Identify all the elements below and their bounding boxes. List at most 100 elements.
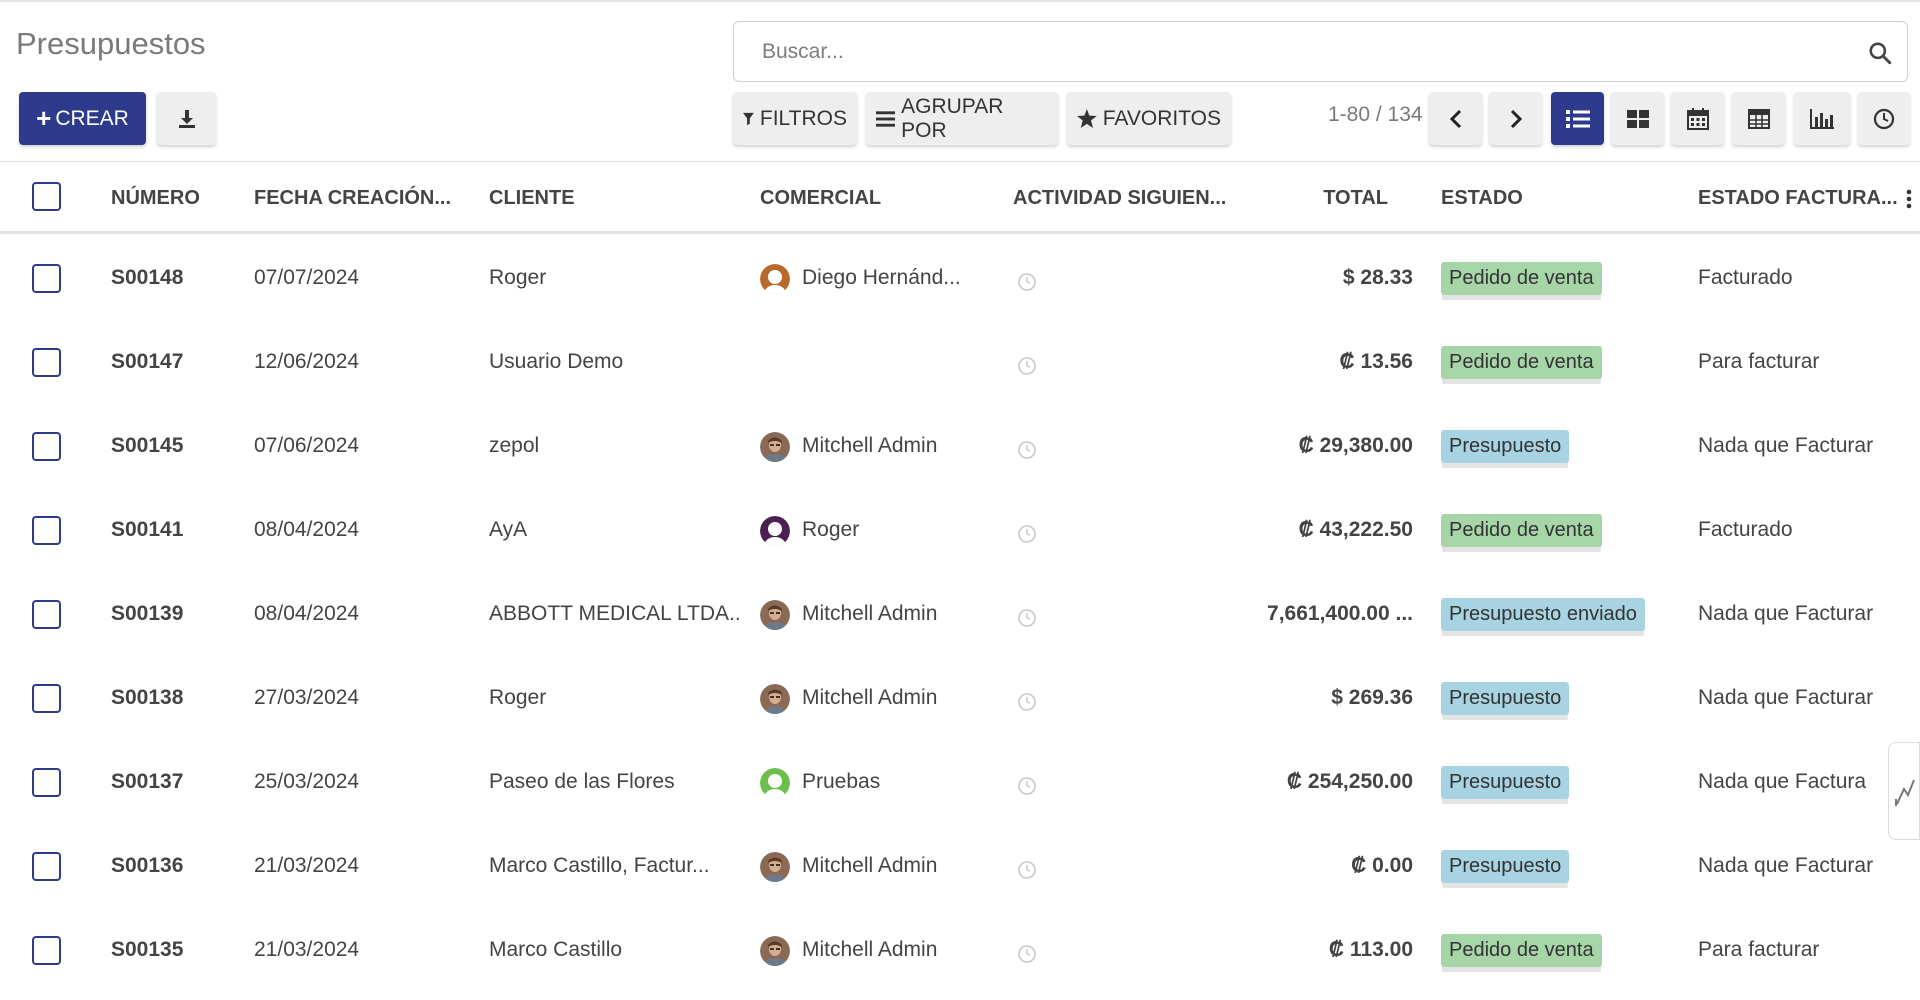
pager-next-button[interactable] bbox=[1489, 92, 1542, 145]
customer-name: Paseo de las Flores bbox=[489, 770, 675, 793]
activity-clock-icon[interactable] bbox=[1017, 944, 1037, 964]
order-number: S00139 bbox=[111, 602, 184, 625]
row-checkbox[interactable] bbox=[32, 600, 61, 629]
side-panel-handle[interactable] bbox=[1888, 742, 1920, 840]
order-total: 7,661,400.00 ... bbox=[1267, 602, 1413, 625]
activity-clock-icon[interactable] bbox=[1017, 356, 1037, 376]
salesperson-name: Pruebas bbox=[802, 770, 881, 793]
salesperson-name: Mitchell Admin bbox=[802, 602, 938, 625]
order-number: S00135 bbox=[111, 938, 184, 961]
table-row[interactable]: S00139 08/04/2024 ABBOTT MEDICAL LTDA... Mi… bbox=[0, 574, 1920, 658]
row-checkbox[interactable] bbox=[32, 264, 61, 293]
table-row[interactable]: S00136 21/03/2024 Marco Castillo, Factur..… bbox=[0, 826, 1920, 910]
table-row[interactable]: S00147 12/06/2024 Usuario Demo ₡ 13.56 Pedid… bbox=[0, 322, 1920, 406]
order-number: S00148 bbox=[111, 266, 184, 289]
status-badge: Presupuesto bbox=[1441, 766, 1570, 799]
groupby-button[interactable]: AGRUPAR POR bbox=[866, 92, 1058, 145]
table-row[interactable]: S00148 07/07/2024 Roger Diego Hernánd... $ 2… bbox=[0, 238, 1920, 322]
status-badge-label: Presupuesto enviado bbox=[1441, 598, 1645, 631]
table-row[interactable]: S00138 27/03/2024 Roger Mitchell Admin $ 269… bbox=[0, 658, 1920, 742]
activity-clock-icon[interactable] bbox=[1017, 692, 1037, 712]
column-header-status[interactable]: ESTADO bbox=[1441, 187, 1523, 210]
customer-name: Roger bbox=[489, 686, 547, 709]
user-photo-avatar bbox=[760, 852, 790, 882]
column-header-salesperson[interactable]: COMERCIAL bbox=[760, 187, 881, 210]
column-header-created[interactable]: FECHA CREACIÓN... bbox=[254, 187, 451, 210]
column-header-invoice-status[interactable]: ESTADO FACTURA... bbox=[1698, 187, 1898, 210]
creation-date: 07/07/2024 bbox=[254, 266, 360, 289]
order-number: S00141 bbox=[111, 518, 184, 541]
invoice-status: Nada que Facturar bbox=[1698, 854, 1874, 877]
filters-button[interactable]: FILTROS bbox=[733, 92, 857, 145]
row-checkbox[interactable] bbox=[32, 852, 61, 881]
graph-view-button[interactable] bbox=[1794, 92, 1850, 145]
user-photo-avatar bbox=[760, 432, 790, 462]
activity-clock-icon[interactable] bbox=[1017, 440, 1037, 460]
favorites-button[interactable]: FAVORITOS bbox=[1067, 92, 1231, 145]
creation-date: 21/03/2024 bbox=[254, 938, 360, 961]
pivot-view-button[interactable] bbox=[1732, 92, 1785, 145]
invoice-status: Para facturar bbox=[1698, 938, 1820, 961]
creation-date: 07/06/2024 bbox=[254, 434, 360, 457]
creation-date: 25/03/2024 bbox=[254, 770, 360, 793]
expand-handle-icon bbox=[1895, 779, 1915, 806]
plus-icon: + bbox=[36, 103, 52, 133]
row-checkbox[interactable] bbox=[32, 432, 61, 461]
column-header-customer[interactable]: CLIENTE bbox=[489, 187, 575, 210]
order-total: $ 269.36 bbox=[1331, 686, 1413, 709]
activity-clock-icon[interactable] bbox=[1017, 524, 1037, 544]
clock-icon bbox=[1873, 108, 1895, 129]
row-checkbox[interactable] bbox=[32, 768, 61, 797]
chevron-left-icon bbox=[1449, 109, 1461, 128]
status-badge-label: Pedido de venta bbox=[1441, 262, 1602, 295]
kanban-view-button[interactable] bbox=[1611, 92, 1664, 145]
search-input[interactable] bbox=[762, 36, 1812, 68]
column-header-total[interactable]: TOTAL bbox=[1288, 187, 1388, 210]
activity-view-button[interactable] bbox=[1858, 92, 1910, 145]
status-badge: Pedido de venta bbox=[1441, 514, 1602, 547]
invoice-status: Para facturar bbox=[1698, 350, 1820, 373]
chevron-right-icon bbox=[1510, 109, 1522, 128]
download-button[interactable] bbox=[157, 92, 216, 145]
search-box[interactable] bbox=[733, 21, 1908, 82]
invoice-status: Nada que Facturar bbox=[1698, 434, 1874, 457]
activity-clock-icon[interactable] bbox=[1017, 776, 1037, 796]
table-icon bbox=[1747, 108, 1770, 129]
row-checkbox[interactable] bbox=[32, 516, 61, 545]
status-badge-label: Presupuesto bbox=[1441, 682, 1570, 715]
creation-date: 12/06/2024 bbox=[254, 350, 360, 373]
row-checkbox[interactable] bbox=[32, 348, 61, 377]
invoice-status: Facturado bbox=[1698, 518, 1793, 541]
select-all-checkbox[interactable] bbox=[32, 182, 61, 211]
pager-value[interactable]: 1-80 / 134 bbox=[1328, 103, 1423, 127]
activity-clock-icon[interactable] bbox=[1017, 860, 1037, 880]
row-checkbox[interactable] bbox=[32, 936, 61, 965]
column-header-activity[interactable]: ACTIVIDAD SIGUIEN... bbox=[1013, 187, 1226, 210]
calendar-view-button[interactable] bbox=[1671, 92, 1724, 145]
creation-date: 21/03/2024 bbox=[254, 854, 360, 877]
create-button[interactable]: + CREAR bbox=[19, 92, 146, 145]
activity-clock-icon[interactable] bbox=[1017, 608, 1037, 628]
salesperson-name: Diego Hernánd... bbox=[802, 266, 961, 289]
table-row[interactable]: S00145 07/06/2024 zepol Mitchell Admin ₡ 29,… bbox=[0, 406, 1920, 490]
page-title: Presupuestos bbox=[16, 26, 206, 61]
list-view-button[interactable] bbox=[1551, 92, 1604, 145]
download-icon bbox=[178, 109, 195, 128]
order-number: S00145 bbox=[111, 434, 184, 457]
table-row[interactable]: S00141 08/04/2024 AyA Roger ₡ 43,222.50 Pedid… bbox=[0, 490, 1920, 574]
row-checkbox[interactable] bbox=[32, 684, 61, 713]
status-badge-label: Pedido de venta bbox=[1441, 934, 1602, 967]
column-header-number[interactable]: NÚMERO bbox=[111, 187, 200, 210]
salesperson-name: Mitchell Admin bbox=[802, 854, 938, 877]
create-button-label: CREAR bbox=[55, 106, 129, 130]
optional-columns-icon[interactable] bbox=[1906, 189, 1912, 209]
invoice-status: Nada que Facturar bbox=[1698, 686, 1874, 709]
table-row[interactable]: S00135 21/03/2024 Marco Castillo Mitchell A… bbox=[0, 910, 1920, 994]
status-badge: Presupuesto bbox=[1441, 850, 1570, 883]
search-icon[interactable] bbox=[1867, 40, 1893, 66]
kanban-view-icon bbox=[1626, 109, 1649, 128]
pager-previous-button[interactable] bbox=[1429, 92, 1482, 145]
creation-date: 08/04/2024 bbox=[254, 602, 360, 625]
activity-clock-icon[interactable] bbox=[1017, 272, 1037, 292]
table-row[interactable]: S00137 25/03/2024 Paseo de las Flores Prueb… bbox=[0, 742, 1920, 826]
